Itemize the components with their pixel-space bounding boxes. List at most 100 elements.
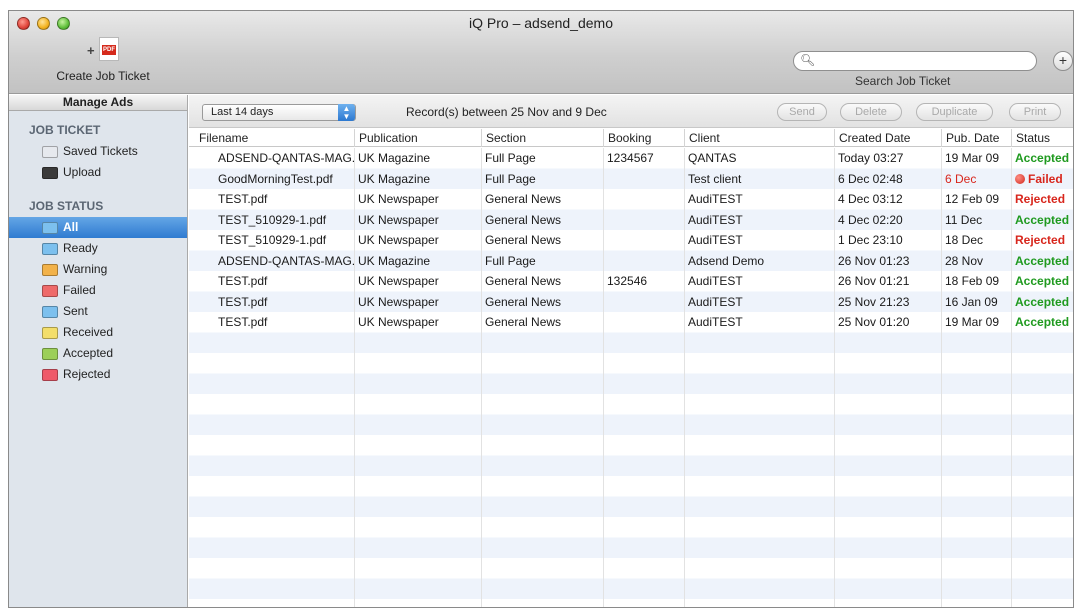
cell-section: Full Page: [485, 253, 536, 268]
cell-client: AudiTEST: [688, 192, 743, 206]
filter-bar: Last 14 days ▲ ▼ Record(s) between 25 Nov…: [189, 95, 1073, 128]
cell-publication: UK Newspaper: [358, 294, 439, 309]
cell-client: QANTAS: [688, 151, 737, 165]
duplicate-button[interactable]: Duplicate: [916, 103, 993, 121]
cell-status: Accepted: [1011, 292, 1073, 313]
table-row[interactable]: TEST.pdf UK Newspaper General News AudiTEST…: [189, 292, 1073, 313]
cell-client: AudiTEST: [688, 315, 743, 329]
folder-icon: [42, 369, 58, 381]
cell-status: Accepted: [1011, 271, 1073, 292]
cell-section: General News: [485, 192, 562, 206]
cell-created: 26 Nov 01:21: [838, 274, 910, 288]
sidebar-item-label: Upload: [63, 165, 102, 179]
cell-created: 6 Dec 02:48: [838, 171, 903, 186]
sidebar-item-rejected[interactable]: Rejected: [9, 364, 187, 385]
table-row[interactable]: TEST_510929-1.pdf UK Newspaper General New…: [189, 210, 1073, 231]
delete-button[interactable]: Delete: [840, 103, 902, 121]
status-label: Accepted: [1015, 212, 1070, 227]
sidebar-item-all[interactable]: All: [9, 217, 187, 238]
cell-client: AudiTEST: [688, 294, 743, 309]
sidebar-item-received[interactable]: Received: [9, 322, 187, 343]
column-header-client[interactable]: Client: [684, 129, 834, 147]
main-panel: Last 14 days ▲ ▼ Record(s) between 25 Nov…: [189, 95, 1073, 607]
table-row[interactable]: ADSEND-QANTAS-MAG. UK Magazine Full Page 12…: [189, 148, 1073, 169]
table-row[interactable]: TEST_510929-1.pdf UK Newspaper General New…: [189, 230, 1073, 251]
cell-booking: 1234567: [607, 151, 654, 165]
create-job-ticket-label: Create Job Ticket: [56, 69, 150, 83]
cell-created: 25 Nov 21:23: [838, 294, 910, 309]
cell-status: Accepted: [1011, 148, 1073, 169]
column-header-status[interactable]: Status: [1011, 129, 1073, 147]
records-summary: Record(s) between 25 Nov and 9 Dec: [406, 105, 607, 119]
date-range-select[interactable]: Last 14 days ▲ ▼: [202, 104, 356, 121]
status-label: Accepted: [1015, 253, 1070, 268]
tab-manage-ads[interactable]: Manage Ads: [9, 95, 187, 111]
folder-icon: [42, 264, 58, 276]
cell-status: Accepted: [1011, 312, 1073, 333]
sidebar-item-label: All: [63, 220, 79, 234]
sidebar-item-sent[interactable]: Sent: [9, 301, 187, 322]
column-header-publication[interactable]: Publication: [354, 129, 481, 147]
cell-publication: UK Newspaper: [358, 233, 439, 247]
sidebar-item-warning[interactable]: Warning: [9, 259, 187, 280]
updown-arrows-icon: ▲ ▼: [338, 104, 355, 121]
cell-filename: TEST.pdf: [218, 192, 268, 206]
add-button[interactable]: +: [1053, 51, 1073, 71]
cell-booking: [603, 251, 684, 272]
table-row[interactable]: ADSEND-QANTAS-MAG. UK Magazine Full Page Ad…: [189, 251, 1073, 272]
sidebar-item-accepted[interactable]: Accepted: [9, 343, 187, 364]
cell-filename: TEST.pdf: [218, 294, 268, 309]
sidebar-item-label: Failed: [63, 283, 96, 297]
table-row[interactable]: TEST.pdf UK Newspaper General News AudiTEST…: [189, 189, 1073, 210]
sidebar-item-upload[interactable]: Upload: [9, 162, 187, 183]
sidebar-item-failed[interactable]: Failed: [9, 280, 187, 301]
cell-booking: [603, 230, 684, 251]
status-label: Rejected: [1015, 233, 1066, 247]
column-header-pub-date[interactable]: Pub. Date: [941, 129, 1011, 147]
create-job-ticket-button[interactable]: + PDF Create Job Ticket: [43, 37, 163, 87]
cell-publication: UK Newspaper: [358, 315, 439, 329]
cell-pub-date: 28 Nov: [945, 253, 984, 268]
folder-icon: [42, 306, 58, 318]
status-label: Accepted: [1015, 274, 1070, 288]
table-row[interactable]: TEST.pdf UK Newspaper General News 132546 Au…: [189, 271, 1073, 292]
column-header-booking[interactable]: Booking: [603, 129, 684, 147]
search-label: Search Job Ticket: [855, 74, 951, 88]
cell-pub-date: 12 Feb 09: [945, 192, 1000, 206]
send-button[interactable]: Send: [777, 103, 827, 121]
cell-publication: UK Newspaper: [358, 192, 439, 206]
cell-client: Adsend Demo: [688, 253, 765, 268]
column-header-created-date[interactable]: Created Date: [834, 129, 941, 147]
table-row[interactable]: TEST.pdf UK Newspaper General News AudiTEST…: [189, 312, 1073, 333]
cell-filename: TEST_510929-1.pdf: [218, 212, 327, 227]
cell-booking: [603, 169, 684, 190]
cell-pub-date: 11 Dec: [945, 212, 983, 227]
column-header-filename[interactable]: Filename: [189, 129, 354, 147]
cell-publication: UK Magazine: [358, 171, 431, 186]
cell-pub-date: 16 Jan 09: [945, 294, 998, 309]
column-header-section[interactable]: Section: [481, 129, 603, 147]
cell-created: Today 03:27: [838, 151, 904, 165]
cell-filename: ADSEND-QANTAS-MAG.: [218, 151, 354, 165]
sidebar-item-saved-tickets[interactable]: Saved Tickets: [9, 141, 187, 162]
sidebar-item-label: Sent: [63, 304, 88, 318]
folder-icon: [42, 348, 58, 360]
cell-booking: [603, 210, 684, 231]
table-row[interactable]: GoodMorningTest.pdf UK Magazine Full Page T…: [189, 169, 1073, 190]
sidebar-item-ready[interactable]: Ready: [9, 238, 187, 259]
cell-created: 25 Nov 01:20: [838, 315, 910, 329]
app-window: iQ Pro – adsend_demo + PDF Create Job Ti…: [8, 10, 1074, 608]
cell-created: 1 Dec 23:10: [838, 233, 903, 247]
cell-section: General News: [485, 233, 562, 247]
cell-created: 4 Dec 02:20: [838, 212, 903, 227]
cell-filename: TEST.pdf: [218, 315, 268, 329]
cell-publication: UK Newspaper: [358, 212, 439, 227]
print-button[interactable]: Print: [1009, 103, 1061, 121]
folder-icon: [42, 146, 58, 158]
search-field[interactable]: 🔍︎: [793, 51, 1037, 71]
cell-publication: UK Magazine: [358, 151, 431, 165]
search-input[interactable]: [816, 54, 1028, 68]
window-title: iQ Pro – adsend_demo: [469, 15, 613, 31]
cell-filename: ADSEND-QANTAS-MAG.: [218, 253, 354, 268]
cell-pub-date: 19 Mar 09: [945, 315, 1000, 329]
